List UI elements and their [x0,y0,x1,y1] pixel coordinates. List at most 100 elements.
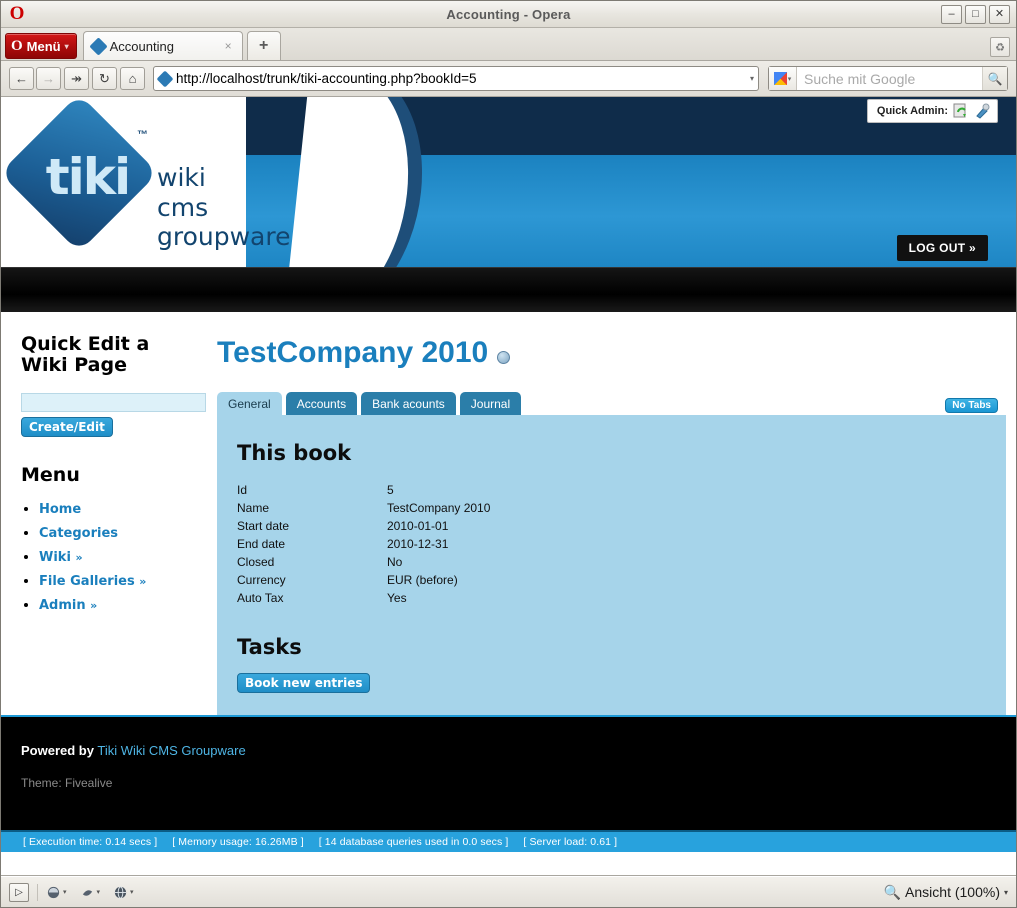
image-mode-control[interactable]: ▾ [46,885,67,900]
site-status-line: [ Execution time: 0.14 secs ] [ Memory u… [1,830,1016,852]
tasks-heading: Tasks [237,635,302,659]
field-value: 2010-12-31 [387,537,449,551]
zoom-control[interactable]: 🔍 Ansicht (100%) ▾ [884,884,1008,901]
tab-accounts[interactable]: Accounts [285,392,358,415]
field-label: Id [237,483,248,497]
chevron-down-icon: ▾ [96,889,101,896]
chevron-down-icon: ▾ [63,889,67,896]
execution-time-stat: [ Execution time: 0.14 secs ] [23,836,158,848]
globe-control[interactable]: ▾ [113,885,134,900]
opera-menu-button[interactable]: O Menü ▾ [5,33,77,59]
table-row: Currency EUR (before) [237,571,490,589]
sidebar-item-label: Categories [39,525,119,541]
wrench-icon[interactable] [974,103,990,119]
field-label: Auto Tax [237,591,284,605]
create-edit-button[interactable]: Create/Edit [21,416,113,437]
sidebar-item-categories[interactable]: Categories [39,526,118,541]
reload-button[interactable]: ↻ [92,67,117,90]
home-button[interactable]: ⌂ [120,67,145,90]
magnifier-icon: 🔍 [883,883,902,900]
list-item: Admin » [39,596,199,614]
sidebar-item-label: Home [39,501,82,517]
field-label: Name [237,501,270,515]
content-tabs: General Accounts Bank acounts Journal No… [217,392,1006,415]
table-row: Closed No [237,553,490,571]
image-mode-icon [47,886,60,898]
content-block-icon [82,889,92,896]
trademark-mark: ™ [137,129,148,141]
tagline-line-wiki: wiki [157,163,206,192]
site-logo[interactable]: tiki ™ wiki cms groupware [1,97,290,253]
main-content: TestCompany 2010 General Accounts Bank a… [213,312,1016,715]
book-details-table: Id 5 Name TestCompany 2010 Start date 20… [237,481,490,607]
page-body: Quick Edit a Wiki Page Create/Edit Menu … [1,312,1016,715]
memory-usage-stat: [ Memory usage: 16.26MB ] [172,836,304,848]
table-row: Start date 2010-01-01 [237,517,490,535]
chevron-right-icon: » [75,550,83,564]
field-label: Start date [237,519,290,533]
sidebar-item-label: Wiki [39,549,71,565]
fast-forward-button[interactable]: ↠ [64,67,89,90]
globe-icon [114,885,127,899]
tab-general[interactable]: General [217,392,282,415]
table-row: Name TestCompany 2010 [237,499,490,517]
address-bar[interactable]: http://localhost/trunk/tiki-accounting.p… [153,66,759,91]
no-tabs-button[interactable]: No Tabs [945,398,998,413]
db-queries-stat: [ 14 database queries used in 0.0 secs ] [318,836,509,848]
quick-edit-input[interactable] [21,392,206,412]
book-new-entries-button[interactable]: Book new entries [237,673,371,693]
close-icon[interactable]: × [221,39,236,53]
back-button[interactable]: ← [9,67,34,90]
address-bar-url: http://localhost/trunk/tiki-accounting.p… [176,71,477,86]
tiki-diamond-icon: tiki [1,97,159,253]
maximize-button[interactable]: □ [965,4,986,24]
tab-journal[interactable]: Journal [459,392,522,415]
field-label: Currency [237,573,286,587]
chevron-down-icon[interactable]: ▾ [745,74,754,83]
top-navigation-bar [1,267,1016,312]
browser-tabbar: O Menü ▾ Accounting × + ♻ [1,28,1016,61]
minimize-button[interactable]: – [941,4,962,24]
new-tab-button[interactable]: + [246,31,281,60]
sidebar-item-home[interactable]: Home [39,502,81,517]
logout-button[interactable]: LOG OUT » [896,235,988,261]
sidebar-item-admin[interactable]: Admin » [39,598,97,613]
forward-button[interactable]: → [36,67,61,90]
chevron-right-icon: » [139,574,147,588]
magnifier-icon[interactable]: 🔍 [982,67,1007,90]
content-block-control[interactable]: ▾ [80,885,101,900]
table-row: Id 5 [237,481,490,499]
search-input[interactable]: Suche mit Google [797,71,982,87]
panel-toggle-icon[interactable]: ▷ [9,882,29,902]
tagline-line-cms: cms [157,192,209,222]
field-value: EUR (before) [387,573,458,587]
navigation-toolbar: ← → ↠ ↻ ⌂ http://localhost/trunk/tiki-ac… [1,61,1016,97]
powered-by-line: Powered by Tiki Wiki CMS Groupware [21,743,1016,758]
refresh-page-icon[interactable] [953,103,969,119]
close-button[interactable]: ✕ [989,4,1010,24]
search-bar[interactable]: ▾ Suche mit Google 🔍 [768,66,1008,91]
browser-tab-accounting[interactable]: Accounting × [82,31,243,60]
server-load-stat: [ Server load: 0.61 ] [523,836,618,848]
tiki-favicon [88,36,108,56]
opera-browser-window: O Accounting - Opera – □ ✕ O Menü ▾ Acco… [0,0,1017,908]
chevron-down-icon: ▾ [130,889,134,896]
menu-button-label: Menü [26,38,61,54]
left-sidebar: Quick Edit a Wiki Page Create/Edit Menu … [1,312,213,715]
site-banner: tiki ™ wiki cms groupware Quick Admin: L… [1,97,1016,267]
field-label: Closed [237,555,275,569]
tiki-logo-tagline: wiki cms groupware [157,163,290,252]
search-engine-selector[interactable]: ▾ [769,67,797,90]
sidebar-item-wiki[interactable]: Wiki » [39,550,83,565]
tab-bank-acounts[interactable]: Bank acounts [361,392,456,415]
tiki-link[interactable]: Tiki Wiki CMS Groupware [97,743,245,758]
sidebar-item-file-galleries[interactable]: File Galleries » [39,574,146,589]
trash-icon[interactable]: ♻ [990,37,1010,57]
chevron-down-icon: ▾ [787,75,792,83]
field-value: Yes [387,591,407,605]
google-icon [773,72,787,85]
chevron-right-icon: » [90,598,98,612]
browser-statusbar: ▷ ▾ ▾ ▾ 🔍 Ansicht (100%) ▾ [1,876,1016,907]
field-value: 2010-01-01 [387,519,449,533]
help-icon[interactable] [497,350,511,364]
